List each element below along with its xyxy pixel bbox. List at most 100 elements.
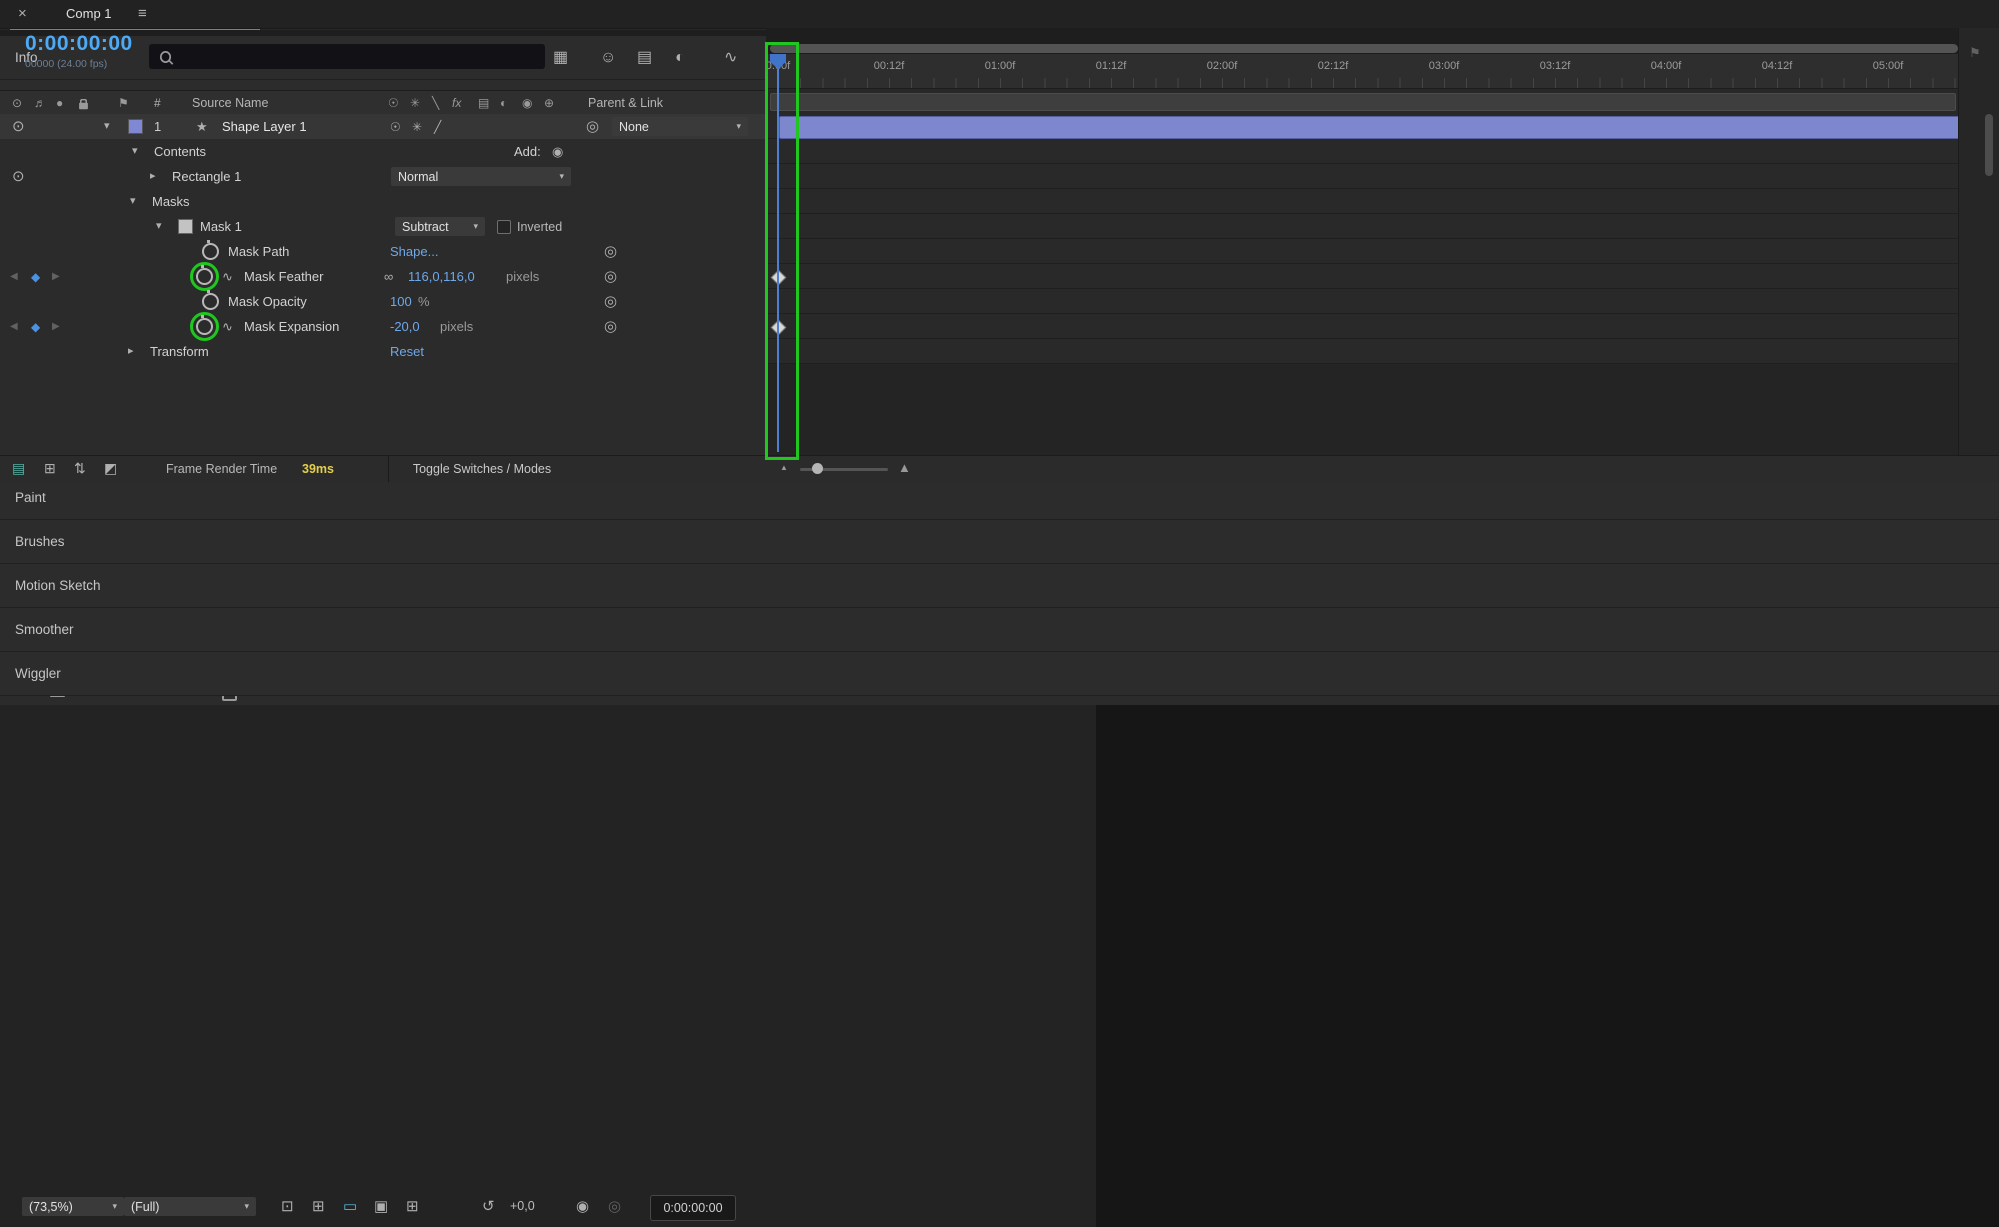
timeline-row-mask-expansion[interactable]: ◀ ◆ ▶ ∿ Mask Expansion -20,0 pixels ◎ [0, 312, 765, 341]
mask-opacity-label[interactable]: Mask Opacity [228, 289, 307, 314]
mask-opacity-stopwatch-icon[interactable] [202, 289, 219, 314]
current-time-display[interactable]: 0:00:00:00 00000 (24.00 fps) [25, 32, 133, 70]
mask-mode-dropdown[interactable]: Subtract ▾ [395, 217, 485, 236]
shy-layers-button[interactable]: ☺ [600, 50, 616, 66]
timeline-row-mask-path[interactable]: Mask Path Shape... ◎ [0, 239, 765, 264]
mask-path-pickwhip-icon[interactable]: ◎ [604, 239, 617, 264]
inout-pane-toggle-icon[interactable]: ◩ [104, 461, 117, 475]
mask-opacity-pickwhip-icon[interactable]: ◎ [604, 289, 617, 314]
preview-timecode[interactable]: 0:00:00:00 [650, 1195, 736, 1221]
layer-visibility-eye-icon[interactable]: ⊙ [12, 114, 25, 139]
contents-label[interactable]: Contents [154, 139, 206, 164]
snapshot-icon[interactable]: ◉ [576, 1199, 589, 1214]
timeline-close-tab-icon[interactable]: × [18, 6, 27, 21]
mask-visibility-icon[interactable]: ▭ [343, 1199, 357, 1214]
timeline-flowchart-button[interactable]: ▦ [553, 50, 568, 66]
timeline-row-shape-layer[interactable]: ⊙ ▾ 1 ★ Shape Layer 1 ☉ ✳ ╱ ◎ None ▾ [0, 114, 765, 139]
layer-name[interactable]: Shape Layer 1 [222, 114, 307, 139]
transfer-pane-toggle-icon[interactable]: ⇅ [74, 461, 86, 475]
transform-label[interactable]: Transform [150, 339, 209, 364]
timeline-zoom-slider-knob[interactable] [812, 463, 823, 474]
masks-expander-icon[interactable]: ▾ [130, 189, 136, 214]
timeline-tab-label[interactable]: Comp 1 [66, 6, 112, 21]
mask-feather-pickwhip-icon[interactable]: ◎ [604, 264, 617, 289]
mask-expansion-label[interactable]: Mask Expansion [244, 314, 339, 339]
transparency-grid-icon[interactable]: ⊞ [312, 1199, 325, 1214]
graph-include-icon[interactable]: ∿ [222, 264, 233, 289]
mask-expansion-pickwhip-icon[interactable]: ◎ [604, 314, 617, 339]
mask-feather-value[interactable]: 116,0,116,0 [408, 264, 475, 289]
current-time-value[interactable]: 0:00:00:00 [25, 32, 133, 56]
next-keyframe-icon[interactable]: ▶ [52, 264, 60, 289]
transform-expander-icon[interactable]: ▸ [128, 339, 134, 364]
source-name-column-header[interactable]: Source Name [192, 91, 268, 115]
work-area-bar[interactable] [770, 93, 1956, 111]
av-pane-toggle-icon[interactable]: ▤ [12, 461, 25, 475]
toggle-switches-modes-button[interactable]: Toggle Switches / Modes [398, 462, 566, 476]
timeline-row-contents[interactable]: ▾ Contents Add: ◉ [0, 139, 765, 164]
layer-expander-icon[interactable]: ▾ [104, 114, 110, 139]
layer-quality-switch-icon[interactable]: ╱ [434, 114, 441, 139]
graph-include-icon[interactable]: ∿ [222, 314, 233, 339]
timeline-row-mask-opacity[interactable]: Mask Opacity 100 % ◎ [0, 289, 765, 314]
contents-add-label[interactable]: Add: [514, 139, 541, 164]
graph-editor-button[interactable]: ∿ [724, 50, 737, 66]
properties-item-brushes[interactable]: Brushes [0, 520, 1999, 564]
timeline-panel-menu-icon[interactable]: ≡ [138, 6, 147, 21]
timeline-zoom-out-icon[interactable]: ▲ [780, 464, 788, 472]
layer-rasterize-switch-icon[interactable]: ✳ [412, 114, 422, 139]
prev-keyframe-icon[interactable]: ◀ [10, 264, 18, 289]
comp-marker-bin-icon[interactable]: ⚑ [1969, 46, 1981, 59]
link-dimensions-icon[interactable]: ∞ [384, 264, 393, 289]
contents-add-icon[interactable]: ◉ [552, 139, 563, 164]
mask-path-stopwatch-icon[interactable] [202, 239, 219, 264]
view-layout-icon[interactable]: ▣ [374, 1199, 388, 1214]
blend-mode-dropdown[interactable]: Normal ▾ [391, 167, 571, 186]
track-area[interactable] [766, 114, 1958, 364]
parent-dropdown[interactable]: None ▾ [612, 117, 748, 136]
layer-label-color-chip[interactable] [128, 114, 143, 139]
exposure-value[interactable]: +0,0 [510, 1199, 535, 1213]
properties-item-wiggler[interactable]: Wiggler [0, 652, 1999, 696]
masks-label[interactable]: Masks [152, 189, 190, 214]
show-snapshot-icon[interactable]: ◎ [608, 1199, 621, 1214]
mask-inverted-label[interactable]: Inverted [517, 214, 562, 239]
layer-duration-bar[interactable] [779, 116, 1960, 139]
prev-keyframe-icon[interactable]: ◀ [10, 314, 18, 339]
parent-pickwhip-icon[interactable]: ◎ [586, 114, 599, 139]
mask-color-chip[interactable] [178, 214, 193, 239]
mask-path-label[interactable]: Mask Path [228, 239, 289, 264]
mask1-expander-icon[interactable]: ▾ [156, 214, 162, 239]
mask-inverted-checkbox[interactable] [497, 214, 511, 239]
exposure-reset-icon[interactable]: ↺ [482, 1199, 495, 1214]
properties-item-paint[interactable]: Paint [0, 476, 1999, 520]
magnification-dropdown[interactable]: (73,5%) ▾ [22, 1197, 124, 1216]
mask-path-value[interactable]: Shape... [390, 239, 438, 264]
grid-guides-icon[interactable]: ⊞ [406, 1199, 419, 1214]
timeline-vertical-scrollbar-thumb[interactable] [1985, 114, 1993, 176]
motion-blur-button[interactable]: ◐ [675, 50, 685, 66]
resolution-dropdown[interactable]: (Full) ▾ [124, 1197, 256, 1216]
time-navigator-bar[interactable] [770, 44, 1958, 53]
rectangle-visibility-eye-icon[interactable]: ⊙ [12, 164, 25, 189]
mask-expansion-value[interactable]: -20,0 [390, 314, 420, 339]
timeline-zoom-in-icon[interactable]: ▲ [898, 461, 911, 474]
rectangle-expander-icon[interactable]: ▸ [150, 164, 156, 189]
roi-icon[interactable]: ⊡ [281, 1199, 294, 1214]
frame-blend-button[interactable]: ▤ [637, 50, 652, 66]
timeline-row-rectangle[interactable]: ⊙ ▸ Rectangle 1 Normal ▾ [0, 164, 765, 189]
parent-link-column-header[interactable]: Parent & Link [588, 91, 663, 115]
mask1-label[interactable]: Mask 1 [200, 214, 242, 239]
mask-opacity-value[interactable]: 100 [390, 289, 412, 314]
timeline-row-mask1[interactable]: ▾ Mask 1 Subtract ▾ Inverted [0, 214, 765, 239]
mask-feather-label[interactable]: Mask Feather [244, 264, 323, 289]
mask-expansion-stopwatch-icon[interactable] [190, 312, 219, 341]
transform-reset-link[interactable]: Reset [390, 339, 424, 364]
timeline-search-input[interactable] [181, 48, 535, 65]
current-keyframe-icon[interactable]: ◆ [31, 314, 40, 339]
next-keyframe-icon[interactable]: ▶ [52, 314, 60, 339]
contents-expander-icon[interactable]: ▾ [132, 139, 138, 164]
mask-feather-stopwatch-icon[interactable] [190, 262, 219, 291]
timeline-row-mask-feather[interactable]: ◀ ◆ ▶ ∿ Mask Feather ∞ 116,0,116,0 pixel… [0, 262, 765, 291]
current-keyframe-icon[interactable]: ◆ [31, 264, 40, 289]
